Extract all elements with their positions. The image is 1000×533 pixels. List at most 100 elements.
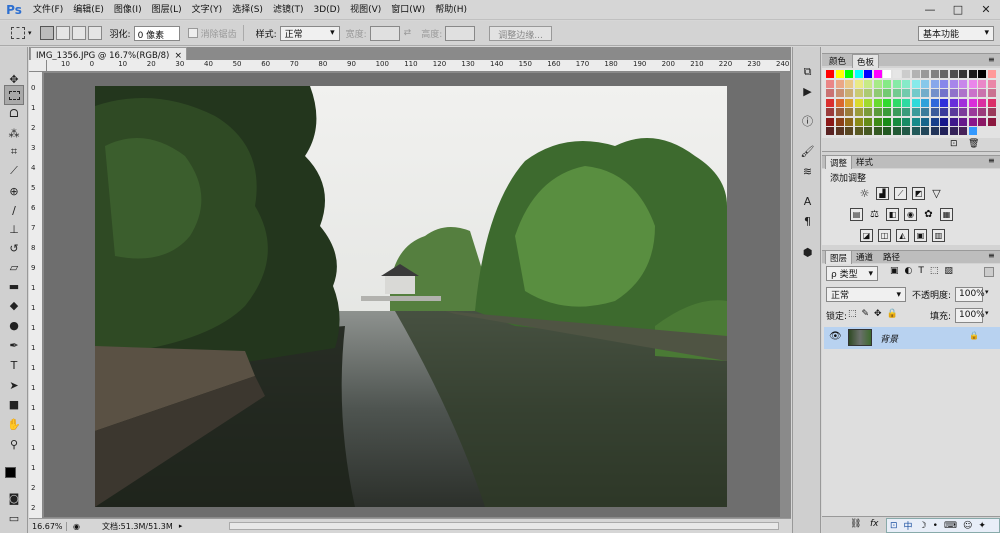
color-swatch[interactable] (930, 117, 939, 126)
style-select[interactable]: 正常 ▾ (279, 25, 340, 41)
color-swatch[interactable] (892, 79, 901, 88)
menu-item-0[interactable]: 文件(F) (28, 0, 68, 20)
hue-saturation-icon[interactable]: ▤ (850, 208, 863, 221)
clone-stamp-tool-icon[interactable]: ⊥ (4, 219, 24, 239)
color-swatch[interactable] (845, 108, 853, 116)
menu-item-3[interactable]: 图层(L) (147, 0, 187, 20)
status-info-icon[interactable]: ◉ (73, 522, 80, 531)
tab-adjustments[interactable]: 调整 (825, 155, 853, 170)
swatches-grid[interactable] (822, 68, 1000, 138)
color-swatch[interactable] (864, 79, 872, 88)
color-swatch[interactable] (845, 79, 853, 88)
color-swatch[interactable] (826, 70, 834, 78)
color-swatch[interactable] (968, 98, 977, 107)
color-swatch[interactable] (968, 127, 977, 135)
restore-button[interactable]: □ (944, 0, 972, 19)
width-input[interactable] (369, 25, 400, 41)
color-swatch[interactable] (873, 79, 882, 88)
swap-icon[interactable]: ⇄ (404, 28, 412, 38)
color-swatch[interactable] (940, 127, 948, 135)
add-selection-button[interactable] (55, 26, 70, 40)
color-swatch[interactable] (845, 89, 853, 97)
color-swatch[interactable] (921, 89, 929, 97)
color-swatch[interactable] (968, 89, 977, 97)
color-swatch[interactable] (987, 127, 996, 135)
color-swatch[interactable] (959, 79, 967, 88)
ime-keyboard-icon[interactable]: ⌨ (944, 521, 957, 531)
color-swatch[interactable] (921, 117, 929, 126)
character-panel-icon[interactable]: A (799, 193, 816, 210)
color-swatch[interactable] (826, 127, 834, 135)
ruler-origin[interactable] (29, 60, 47, 72)
3d-panel-icon[interactable]: ⬢ (799, 244, 816, 261)
ime-moon-icon[interactable]: ☽ (919, 521, 927, 531)
panel-menu-icon[interactable]: ≡ (988, 156, 995, 165)
panel-menu-icon[interactable]: ≡ (988, 55, 995, 64)
color-swatch[interactable] (921, 127, 929, 135)
quick-select-tool-icon[interactable]: ⁂ (4, 123, 24, 143)
color-swatch[interactable] (873, 108, 882, 116)
subtract-selection-button[interactable] (71, 26, 86, 40)
color-swatch[interactable] (892, 70, 901, 78)
color-swatch[interactable] (911, 79, 920, 88)
tab-styles[interactable]: 样式 (852, 155, 877, 169)
color-swatch[interactable] (902, 127, 910, 135)
color-swatch[interactable] (902, 70, 910, 78)
color-swatch[interactable] (959, 117, 967, 126)
height-input[interactable] (445, 25, 476, 41)
color-swatch[interactable] (921, 79, 929, 88)
info-panel-icon[interactable]: ⓘ (799, 112, 816, 129)
lock-icons[interactable]: ⬚✎✥🔒 (848, 309, 903, 319)
color-swatch[interactable] (911, 108, 920, 116)
type-tool-icon[interactable]: T (4, 355, 24, 375)
color-swatch[interactable] (959, 108, 967, 116)
color-swatch[interactable] (959, 127, 967, 135)
color-swatch[interactable] (987, 108, 996, 116)
color-swatch[interactable] (911, 70, 920, 78)
vibrance-icon[interactable]: ▽ (930, 187, 943, 200)
horizontal-scrollbar[interactable] (229, 522, 779, 530)
color-swatch[interactable] (864, 98, 872, 107)
ime-mode[interactable]: 中 (904, 519, 913, 532)
color-swatch[interactable] (873, 117, 882, 126)
brightness-icon[interactable]: ☼ (858, 187, 871, 200)
brush-tool-icon[interactable]: ∕ (4, 200, 24, 220)
black-white-icon[interactable]: ◧ (886, 208, 899, 221)
color-swatch[interactable] (826, 108, 834, 116)
color-swatch[interactable] (835, 98, 844, 107)
color-swatch[interactable] (968, 117, 977, 126)
link-layers-icon[interactable]: ⛓ (850, 519, 861, 529)
color-swatch[interactable] (873, 127, 882, 135)
new-selection-button[interactable] (39, 26, 54, 40)
color-swatch[interactable] (949, 98, 958, 107)
menu-item-9[interactable]: 窗口(W) (386, 0, 430, 20)
color-swatch[interactable] (921, 108, 929, 116)
color-swatch[interactable] (978, 89, 986, 97)
color-swatch[interactable] (987, 79, 996, 88)
status-arrow-icon[interactable]: ▸ (179, 522, 183, 530)
color-swatch[interactable] (902, 79, 910, 88)
color-swatch[interactable] (835, 79, 844, 88)
color-swatch[interactable] (883, 117, 891, 126)
color-swatch[interactable] (883, 108, 891, 116)
ime-user-icon[interactable]: ☺ (963, 521, 972, 531)
close-button[interactable]: ✕ (972, 0, 1000, 19)
color-swatch[interactable] (959, 89, 967, 97)
blend-mode-select[interactable]: 正常 ▾ (826, 287, 906, 302)
blur-tool-icon[interactable]: ◆ (4, 295, 24, 315)
fill-input[interactable]: 100% (955, 308, 985, 323)
color-swatch[interactable] (911, 89, 920, 97)
rect-marquee-preset-icon[interactable] (11, 27, 25, 39)
color-swatch[interactable] (854, 70, 863, 78)
gradient-tool-icon[interactable]: ▬ (4, 276, 24, 296)
tab-paths[interactable]: 路径 (879, 250, 904, 264)
menu-item-1[interactable]: 编辑(E) (68, 0, 109, 20)
color-swatch[interactable] (854, 79, 863, 88)
color-swatch[interactable] (921, 70, 929, 78)
posterize-icon[interactable]: ◫ (878, 229, 891, 242)
color-swatch[interactable] (835, 127, 844, 135)
color-swatch[interactable] (921, 98, 929, 107)
path-select-tool-icon[interactable]: ➤ (4, 375, 24, 395)
fx-icon[interactable]: fx (870, 519, 879, 529)
document-size-info[interactable]: 文档:51.3M/51.3M (102, 521, 173, 532)
